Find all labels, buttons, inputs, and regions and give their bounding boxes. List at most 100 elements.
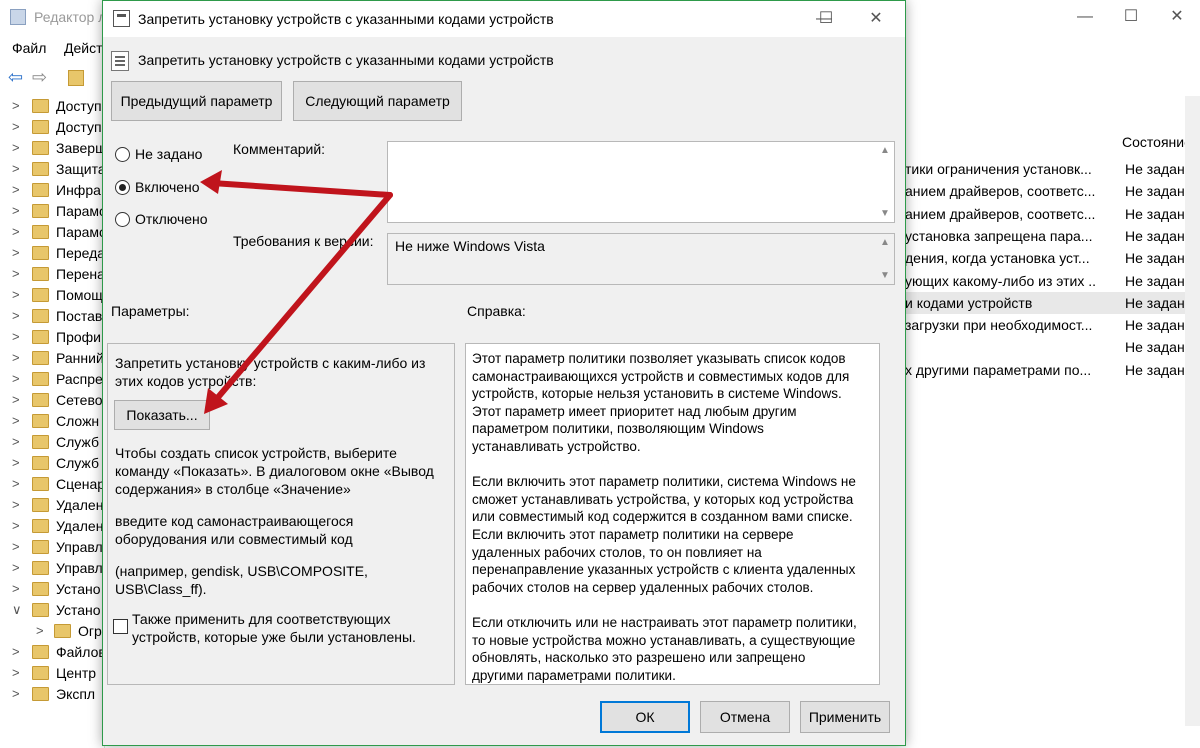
checkbox-label-line1[interactable]: Также применить для соответствующих [132,610,391,628]
tree-item[interactable]: > Ранний [0,348,104,369]
chevron-right-icon[interactable]: > [12,560,20,575]
chevron-right-icon[interactable]: > [12,266,20,281]
chevron-right-icon[interactable]: > [12,98,20,113]
chevron-right-icon[interactable]: > [12,539,20,554]
chevron-right-icon[interactable]: > [12,371,20,386]
policy-row[interactable]: загрузки при необходимост... Не задана [905,314,1192,336]
radio-disabled[interactable] [115,212,130,227]
radio-not-set[interactable] [115,147,130,162]
chevron-right-icon[interactable]: > [12,203,20,218]
tree-item[interactable]: > Служб [0,432,104,453]
tree-item[interactable]: > Удален [0,516,104,537]
tree-item[interactable]: > Помощ [0,285,104,306]
chevron-right-icon[interactable]: > [12,350,20,365]
apply-button[interactable]: Применить [800,701,890,733]
chevron-right-icon[interactable]: > [12,497,20,512]
maximize-icon[interactable]: ☐ [1108,0,1154,34]
dialog-maximize-icon[interactable]: ☐ [803,2,849,36]
chevron-right-icon[interactable]: > [12,224,20,239]
tree-item[interactable]: > Сложн [0,411,104,432]
chevron-right-icon[interactable]: > [12,665,20,680]
tree-item[interactable]: > Перена [0,264,104,285]
comment-scrollbar[interactable]: ▲ ▼ [877,142,894,222]
next-setting-button[interactable]: Следующий параметр [293,81,462,121]
policy-row[interactable]: анием драйверов, соответс... Не задана [905,203,1192,225]
chevron-right-icon[interactable]: > [36,623,44,638]
close-icon[interactable]: ✕ [1154,0,1200,34]
requirements-scrollbar[interactable]: ▲ ▼ [877,234,894,284]
checkbox-label-line2[interactable]: устройств, которые уже были установлены. [132,628,416,646]
chevron-right-icon[interactable]: > [12,581,20,596]
ok-button[interactable]: ОК [600,701,690,733]
tree-item[interactable]: > Парамс [0,222,104,243]
comment-textarea[interactable]: ▲ ▼ [387,141,895,223]
tree-item[interactable]: > Профи [0,327,104,348]
tree-item[interactable]: > Доступ [0,117,104,138]
chevron-right-icon[interactable]: > [12,476,20,491]
chevron-right-icon[interactable]: > [12,287,20,302]
tree-item[interactable]: > Постав [0,306,104,327]
tree-item[interactable]: > Устано [0,579,104,600]
prev-setting-button[interactable]: Предыдущий параметр [111,81,282,121]
chevron-right-icon[interactable]: > [12,392,20,407]
chevron-right-icon[interactable]: > [12,644,20,659]
tree-item[interactable]: > Управл [0,537,104,558]
tree-item[interactable]: > Инфра [0,180,104,201]
chevron-right-icon[interactable]: > [12,434,20,449]
tree-item[interactable]: > Управл [0,558,104,579]
tree-item[interactable]: ∨ Устано [0,600,104,621]
chevron-right-icon[interactable]: > [12,140,20,155]
policy-row[interactable]: тики ограничения установк... Не задана [905,158,1192,180]
chevron-right-icon[interactable]: > [12,686,20,701]
tree-item[interactable]: > Экспл [0,684,104,705]
minimize-icon[interactable]: — [1062,0,1108,34]
tree-item[interactable]: > Доступ [0,96,104,117]
apply-existing-checkbox[interactable] [113,619,128,634]
dialog-close-icon[interactable]: ✕ [853,2,899,36]
policy-row[interactable]: х другими параметрами по... Не задана [905,359,1192,381]
policy-row[interactable]: дения, когда установка уст... Не задана [905,247,1192,269]
chevron-right-icon[interactable]: > [12,329,20,344]
chevron-right-icon[interactable]: > [12,455,20,470]
scroll-up-icon[interactable]: ▲ [880,145,890,156]
tree-item[interactable]: > Парамс [0,201,104,222]
radio-not-set-label[interactable]: Не задано [135,146,202,162]
policy-row[interactable]: установка запрещена пара... Не задана [905,225,1192,247]
radio-enabled-label[interactable]: Включено [135,179,200,195]
chevron-right-icon[interactable]: > [12,413,20,428]
scroll-up-icon[interactable]: ▲ [880,237,890,248]
chevron-right-icon[interactable]: > [12,308,20,323]
chevron-right-icon[interactable]: > [12,182,20,197]
tree-item[interactable]: > Защита [0,159,104,180]
tree-item[interactable]: > Заверш [0,138,104,159]
tree-item[interactable]: > Удален [0,495,104,516]
scroll-down-icon[interactable]: ▼ [880,208,890,219]
chevron-right-icon[interactable]: > [12,245,20,260]
radio-enabled[interactable] [115,180,130,195]
show-button[interactable]: Показать... [114,400,210,430]
chevron-right-icon[interactable]: > [12,518,20,533]
tree-item[interactable]: > Сценар [0,474,104,495]
scroll-down-icon[interactable]: ▼ [880,270,890,281]
tree-item[interactable]: > Служб [0,453,104,474]
folder-up-icon[interactable] [68,70,84,86]
radio-disabled-label[interactable]: Отключено [135,211,208,227]
chevron-down-icon[interactable]: ∨ [12,602,22,618]
tree-item[interactable]: > Огр [0,621,104,642]
state-column-header[interactable]: Состояние [1122,134,1192,150]
tree-item[interactable]: > Распре [0,369,104,390]
tree-item[interactable]: > Сетево [0,390,104,411]
tree-item[interactable]: > Файлов [0,642,104,663]
list-scrollbar[interactable] [1185,96,1200,726]
tree-item[interactable]: > Центр [0,663,104,684]
menu-file[interactable]: Файл [12,40,46,56]
policy-row[interactable]: ующих какому-либо из этих ... Не задана [905,270,1192,292]
policy-row[interactable]: и кодами устройств Не задана [905,291,1192,314]
chevron-right-icon[interactable]: > [12,161,20,176]
tree-item[interactable]: > Переда [0,243,104,264]
policy-row[interactable]: Не задана [905,336,1192,358]
chevron-right-icon[interactable]: > [12,119,20,134]
back-arrow-icon[interactable]: ⇦ [8,68,28,86]
policy-row[interactable]: анием драйверов, соответс... Не задана [905,180,1192,202]
forward-arrow-icon[interactable]: ⇨ [32,68,52,86]
